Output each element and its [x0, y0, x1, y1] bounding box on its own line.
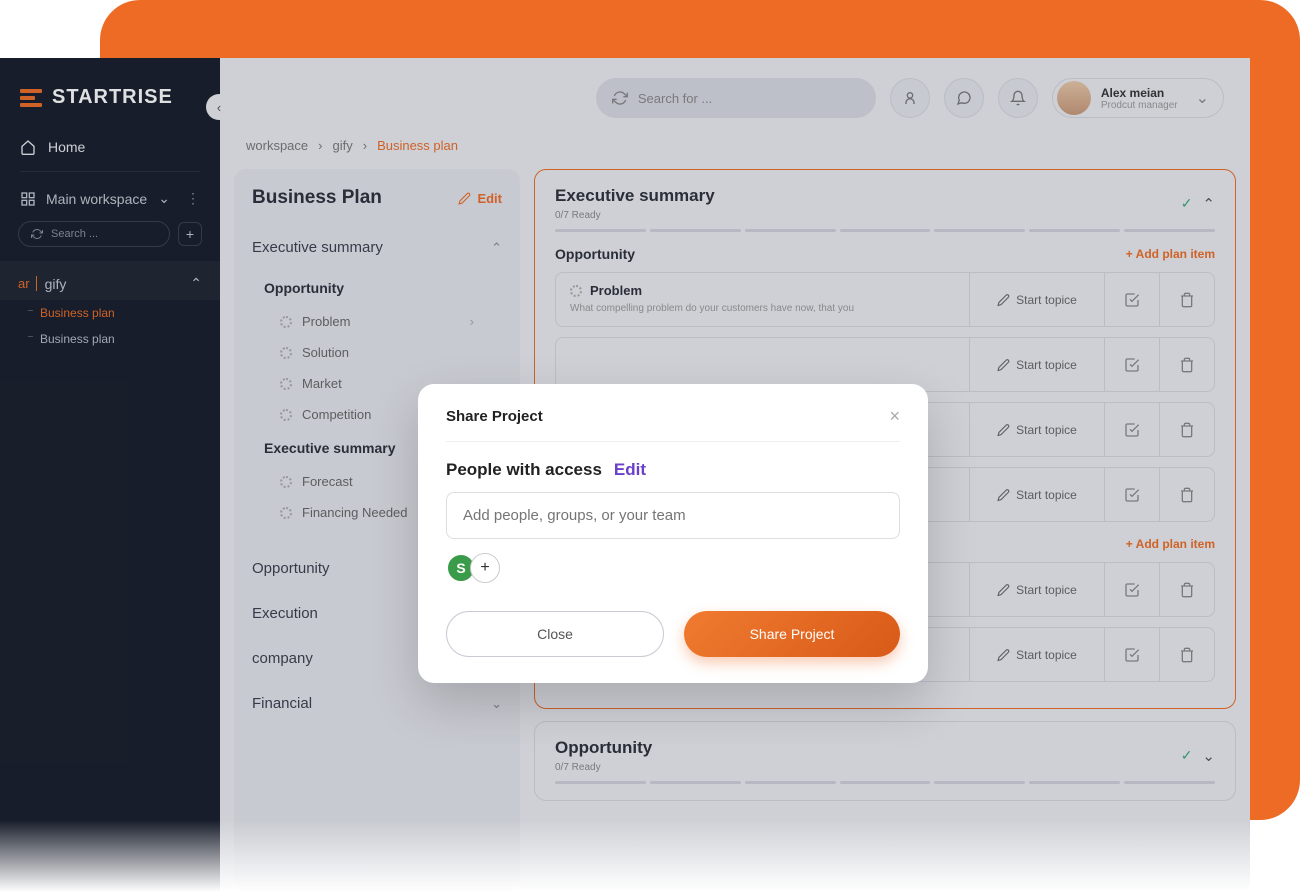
share-project-modal: Share Project × People with access Edit …: [418, 384, 928, 683]
share-project-button[interactable]: Share Project: [684, 611, 900, 657]
close-button[interactable]: Close: [446, 611, 664, 657]
people-list: S +: [446, 553, 900, 583]
edit-access-button[interactable]: Edit: [614, 460, 646, 480]
plus-icon: +: [480, 559, 489, 577]
app-window: STARTRISE ‹ Home Main workspace ⌄ ⋮ Sear…: [0, 58, 1250, 892]
add-person-button[interactable]: +: [470, 553, 500, 583]
access-label: People with access: [446, 460, 602, 480]
add-people-input[interactable]: [446, 492, 900, 539]
modal-title: Share Project: [446, 408, 543, 425]
close-icon[interactable]: ×: [889, 406, 900, 427]
